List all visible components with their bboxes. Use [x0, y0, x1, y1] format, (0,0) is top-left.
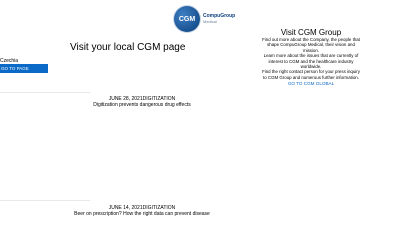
news-title[interactable]: Digitization prevents dangerous drug eff…: [52, 102, 232, 109]
news-title[interactable]: Beer on prescription? How the right data…: [52, 211, 232, 218]
news-item[interactable]: JUNE 14, 2021DIGITIZATION Beer on prescr…: [52, 205, 232, 218]
cgm-group-text-3: Find the right contact person for your p…: [262, 69, 360, 80]
logo-sub: Medical: [203, 19, 217, 24]
news-item[interactable]: JUNE 28, 2021DIGITIZATION Digitization p…: [52, 96, 232, 109]
cgm-group-panel: Visit CGM Group Find out more about the …: [260, 28, 362, 87]
logo-wordmark: CompuGroup Medical: [203, 13, 235, 25]
cgm-group-title: Visit CGM Group: [280, 28, 342, 37]
divider: [0, 92, 90, 93]
cgm-group-text-2: Learn more about the issues that are cur…: [263, 53, 359, 70]
cgm-logo[interactable]: CGM CompuGroup Medical: [174, 6, 235, 32]
go-to-cgm-global-link[interactable]: GO TO CGM GLOBAL: [260, 80, 362, 87]
cgm-group-text-1: Find out more about the Company, the peo…: [262, 37, 360, 53]
divider: [0, 200, 90, 201]
go-to-page-button[interactable]: GO TO PAGE: [0, 64, 48, 73]
local-page-title: Visit your local CGM page: [70, 42, 186, 53]
logo-icon: CGM: [174, 6, 200, 32]
